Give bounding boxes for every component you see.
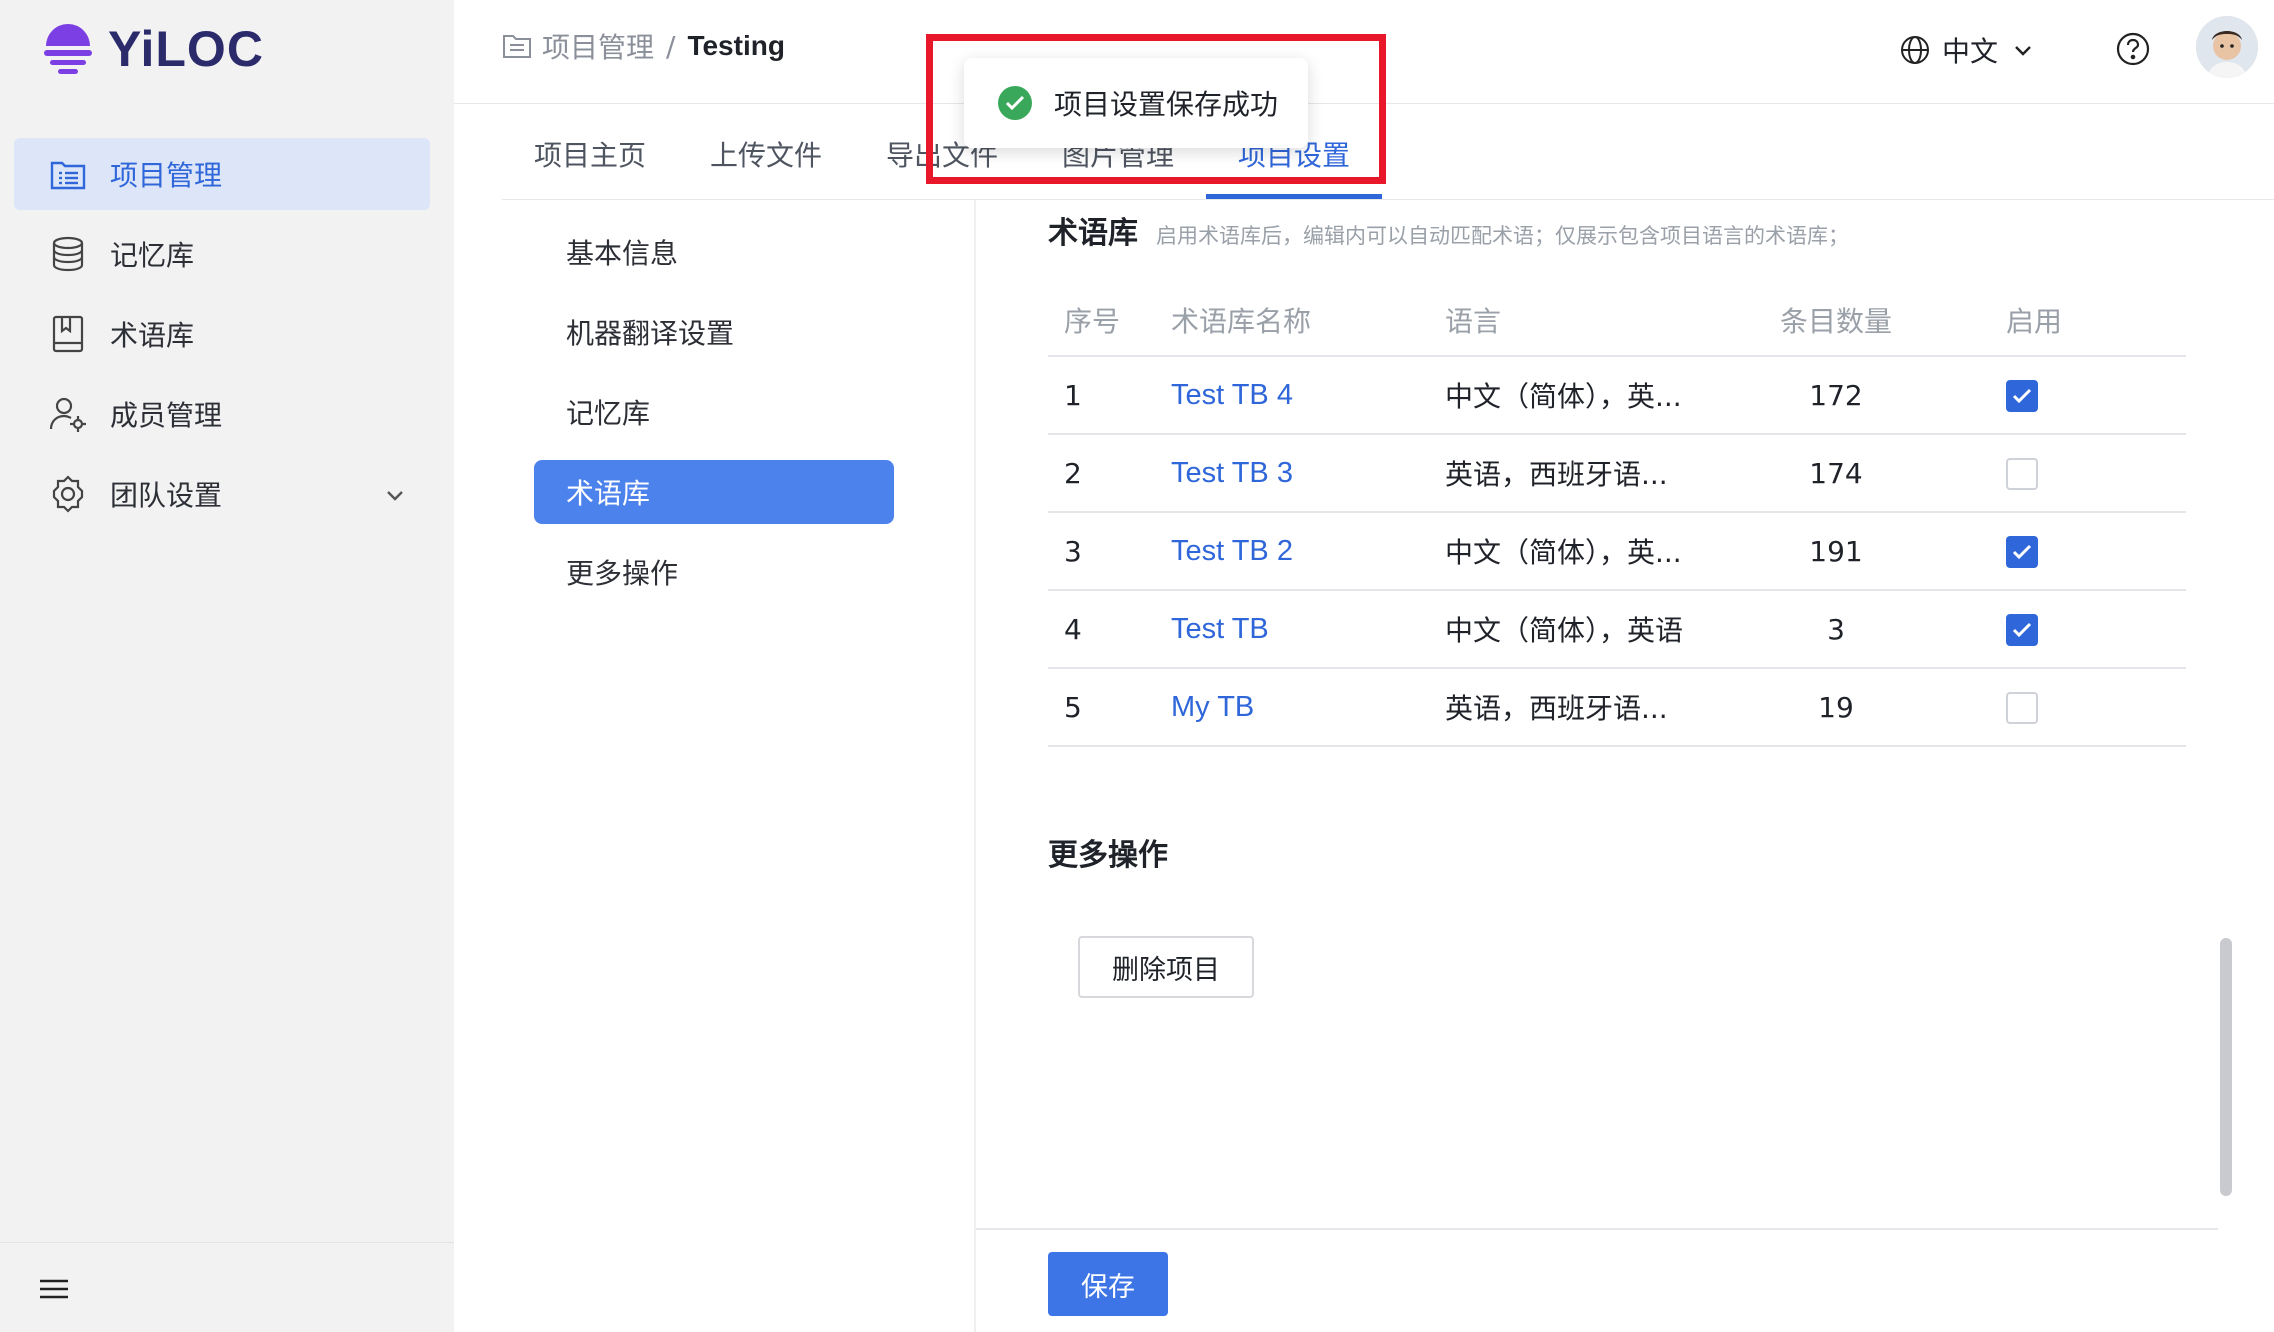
table-header-row: 序号 术语库名称 语言 条目数量 启用 [1048,284,2186,357]
sidebar-nav: 项目管理 记忆库 术语库 成员管理 团队设置 [14,138,430,538]
termbase-link[interactable]: Test TB 2 [1171,535,1293,567]
subnav-mt-settings[interactable]: 机器翻译设置 [534,300,894,364]
table-row: 4 Test TB 中文（简体），英语 3 [1048,590,2186,669]
row-count: 191 [1702,512,1970,591]
active-tab-indicator [1206,194,1382,199]
row-languages: 中文（简体），英... [1444,356,1702,435]
gear-icon [48,474,88,514]
row-count: 19 [1702,668,1970,747]
row-languages: 英语，西班牙语... [1444,434,1702,513]
subnav-basic-info[interactable]: 基本信息 [534,220,894,284]
termbase-link[interactable]: Test TB 3 [1171,457,1293,489]
sidebar-item-label: 项目管理 [110,159,223,192]
sidebar-item-label: 团队设置 [110,479,223,512]
delete-project-button[interactable]: 删除项目 [1078,936,1254,998]
subnav-termbase[interactable]: 术语库 [534,460,894,524]
user-gear-icon [48,394,88,434]
row-index: 4 [1048,590,1170,669]
termbase-link[interactable]: Test TB 4 [1171,379,1293,411]
divider [974,200,976,1332]
enable-checkbox[interactable] [2006,458,2038,490]
sidebar-item-projects[interactable]: 项目管理 [14,138,430,210]
row-count: 174 [1702,434,1970,513]
globe-icon [1900,35,1930,65]
enable-checkbox[interactable] [2006,692,2038,724]
row-index: 2 [1048,434,1170,513]
logo-icon [44,24,92,74]
sidebar-item-label: 记忆库 [110,239,195,272]
sidebar-item-memory[interactable]: 记忆库 [14,218,430,290]
subnav-more-actions[interactable]: 更多操作 [534,540,894,604]
row-count: 172 [1702,356,1970,435]
avatar[interactable] [2196,16,2258,78]
sidebar: YiLOC 项目管理 记忆库 术语库 成员管理 团队设置 [0,0,454,1332]
table-row: 3 Test TB 2 中文（简体），英... 191 [1048,512,2186,591]
logo-text: YiLOC [108,21,264,77]
row-count: 3 [1702,590,1970,669]
row-index: 1 [1048,356,1170,435]
breadcrumb-root[interactable]: 项目管理 [542,26,654,66]
more-actions-title: 更多操作 [1048,838,1168,873]
sidebar-item-label: 术语库 [110,319,195,352]
database-icon [48,234,88,274]
col-language: 语言 [1444,284,1702,357]
save-button[interactable]: 保存 [1048,1252,1168,1316]
breadcrumb-current: Testing [687,30,785,61]
folder-list-icon [48,154,88,194]
table-row: 1 Test TB 4 中文（简体），英... 172 [1048,356,2186,435]
tab-home[interactable]: 项目主页 [534,134,646,174]
language-label: 中文 [1942,35,1999,68]
scrollbar-thumb[interactable] [2220,938,2232,1196]
logo[interactable]: YiLOC [40,20,264,78]
col-enabled: 启用 [1970,284,2186,357]
language-selector[interactable]: 中文 [1900,30,2034,70]
col-name: 术语库名称 [1170,284,1444,357]
breadcrumb-separator: / [666,29,676,63]
breadcrumb: 项目管理 / Testing [502,26,785,66]
sidebar-item-members[interactable]: 成员管理 [14,378,430,450]
menu-icon[interactable] [40,1277,68,1305]
sidebar-footer [0,1242,454,1332]
table-row: 2 Test TB 3 英语，西班牙语... 174 [1048,434,2186,513]
help-icon[interactable] [2116,32,2150,70]
enable-checkbox[interactable] [2006,614,2038,646]
col-count: 条目数量 [1702,284,1970,357]
termbase-table: 序号 术语库名称 语言 条目数量 启用 1 Test TB 4 中文（简体），英… [1048,284,2186,747]
chevron-down-icon[interactable] [384,480,406,513]
termbase-link[interactable]: My TB [1171,691,1254,723]
row-index: 3 [1048,512,1170,591]
table-row: 5 My TB 英语，西班牙语... 19 [1048,668,2186,747]
book-icon [48,314,88,354]
tab-upload[interactable]: 上传文件 [710,134,822,174]
subnav-memory[interactable]: 记忆库 [534,380,894,444]
row-languages: 英语，西班牙语... [1444,668,1702,747]
row-languages: 中文（简体），英... [1444,512,1702,591]
col-index: 序号 [1048,284,1170,357]
sidebar-item-termbase[interactable]: 术语库 [14,298,430,370]
termbase-link[interactable]: Test TB [1171,613,1269,645]
folder-icon [502,33,532,59]
sidebar-item-team-settings[interactable]: 团队设置 [14,458,430,530]
project-tabs: 项目主页 上传文件 导出文件 图片管理 项目设置 [502,104,2274,200]
row-languages: 中文（简体），英语 [1444,590,1702,669]
sidebar-item-label: 成员管理 [110,399,223,432]
section-title: 术语库 [1048,216,1138,251]
highlight-box [926,34,1386,184]
enable-checkbox[interactable] [2006,380,2038,412]
termbase-section-header: 术语库 启用术语库后，编辑内可以自动匹配术语；仅展示包含项目语言的术语库； [1048,208,1849,252]
section-description: 启用术语库后，编辑内可以自动匹配术语；仅展示包含项目语言的术语库； [1156,224,1849,248]
row-index: 5 [1048,668,1170,747]
chevron-down-icon [2012,39,2034,61]
settings-subnav: 基本信息 机器翻译设置 记忆库 术语库 更多操作 [534,220,894,620]
enable-checkbox[interactable] [2006,536,2038,568]
